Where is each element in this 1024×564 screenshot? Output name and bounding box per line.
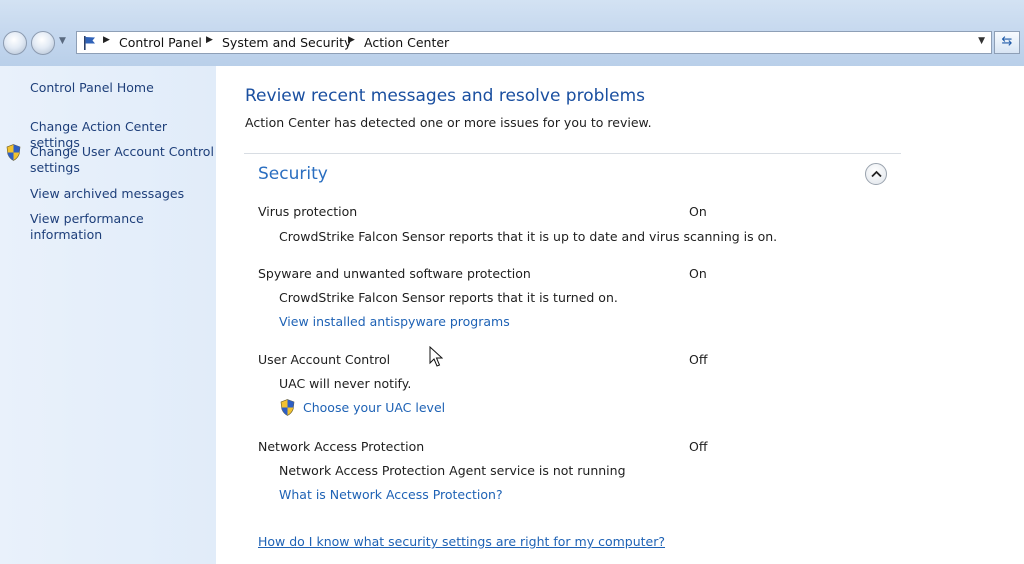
uac-label: User Account Control [258, 352, 391, 367]
breadcrumb-arrow-icon[interactable]: ▶ [206, 35, 213, 45]
virus-protection-status: On [689, 204, 707, 219]
what-is-nap-link[interactable]: What is Network Access Protection? [279, 487, 503, 502]
breadcrumb-action-center[interactable]: Action Center [364, 35, 449, 50]
view-antispyware-programs-link[interactable]: View installed antispyware programs [279, 314, 510, 329]
security-section-title[interactable]: Security [258, 164, 328, 184]
breadcrumb-arrow-icon[interactable]: ▶ [348, 35, 355, 45]
choose-uac-level-link[interactable]: Choose your UAC level [303, 400, 445, 415]
virus-protection-label: Virus protection [258, 204, 358, 219]
breadcrumb-control-panel[interactable]: Control Panel [119, 35, 202, 50]
main-content: Review recent messages and resolve probl… [216, 66, 1024, 564]
refresh-icon: ⇆ [1001, 34, 1013, 49]
mouse-pointer-icon [429, 345, 444, 371]
sidebar-item-control-panel-home[interactable]: Control Panel Home [30, 80, 154, 96]
sidebar-item-view-performance-information[interactable]: View performance information [30, 211, 216, 243]
uac-shield-icon [280, 399, 295, 419]
refresh-button[interactable]: ⇆ [994, 31, 1020, 54]
back-button[interactable] [3, 31, 27, 55]
spyware-protection-description: CrowdStrike Falcon Sensor reports that i… [279, 290, 618, 305]
section-divider [244, 153, 901, 154]
address-toolbar: ▼ ▶ Control Panel ▶ System and Security … [0, 0, 1024, 66]
sidebar-item-view-archived-messages[interactable]: View archived messages [30, 186, 184, 202]
sidebar-item-label: Change User Account Control [30, 144, 214, 159]
uac-description: UAC will never notify. [279, 376, 412, 391]
page-title: Review recent messages and resolve probl… [245, 86, 646, 106]
sidebar: Control Panel Home Change Action Center … [0, 66, 216, 564]
page-subtitle: Action Center has detected one or more i… [245, 115, 652, 130]
collapse-section-button[interactable] [865, 163, 887, 185]
sidebar-item-change-uac-settings[interactable]: Change User Account Control settings [30, 144, 214, 176]
security-settings-help-link[interactable]: How do I know what security settings are… [258, 534, 665, 549]
action-center-flag-icon [82, 35, 98, 54]
chevron-up-icon [871, 170, 882, 178]
nap-label: Network Access Protection [258, 439, 425, 454]
spyware-protection-status: On [689, 266, 707, 281]
nap-status: Off [689, 439, 708, 454]
virus-protection-description: CrowdStrike Falcon Sensor reports that i… [279, 229, 778, 244]
breadcrumb-system-and-security[interactable]: System and Security [222, 35, 351, 50]
address-history-dropdown-icon[interactable]: ▼ [978, 36, 985, 46]
uac-status: Off [689, 352, 708, 367]
sidebar-item-label: settings [30, 160, 80, 175]
forward-button[interactable] [31, 31, 55, 55]
uac-shield-icon [6, 144, 21, 164]
spyware-protection-label: Spyware and unwanted software protection [258, 266, 531, 281]
nap-description: Network Access Protection Agent service … [279, 463, 626, 478]
address-bar[interactable]: ▶ Control Panel ▶ System and Security ▶ … [76, 31, 992, 54]
recent-pages-dropdown-icon[interactable]: ▼ [59, 36, 66, 46]
breadcrumb-arrow-icon[interactable]: ▶ [103, 35, 110, 45]
